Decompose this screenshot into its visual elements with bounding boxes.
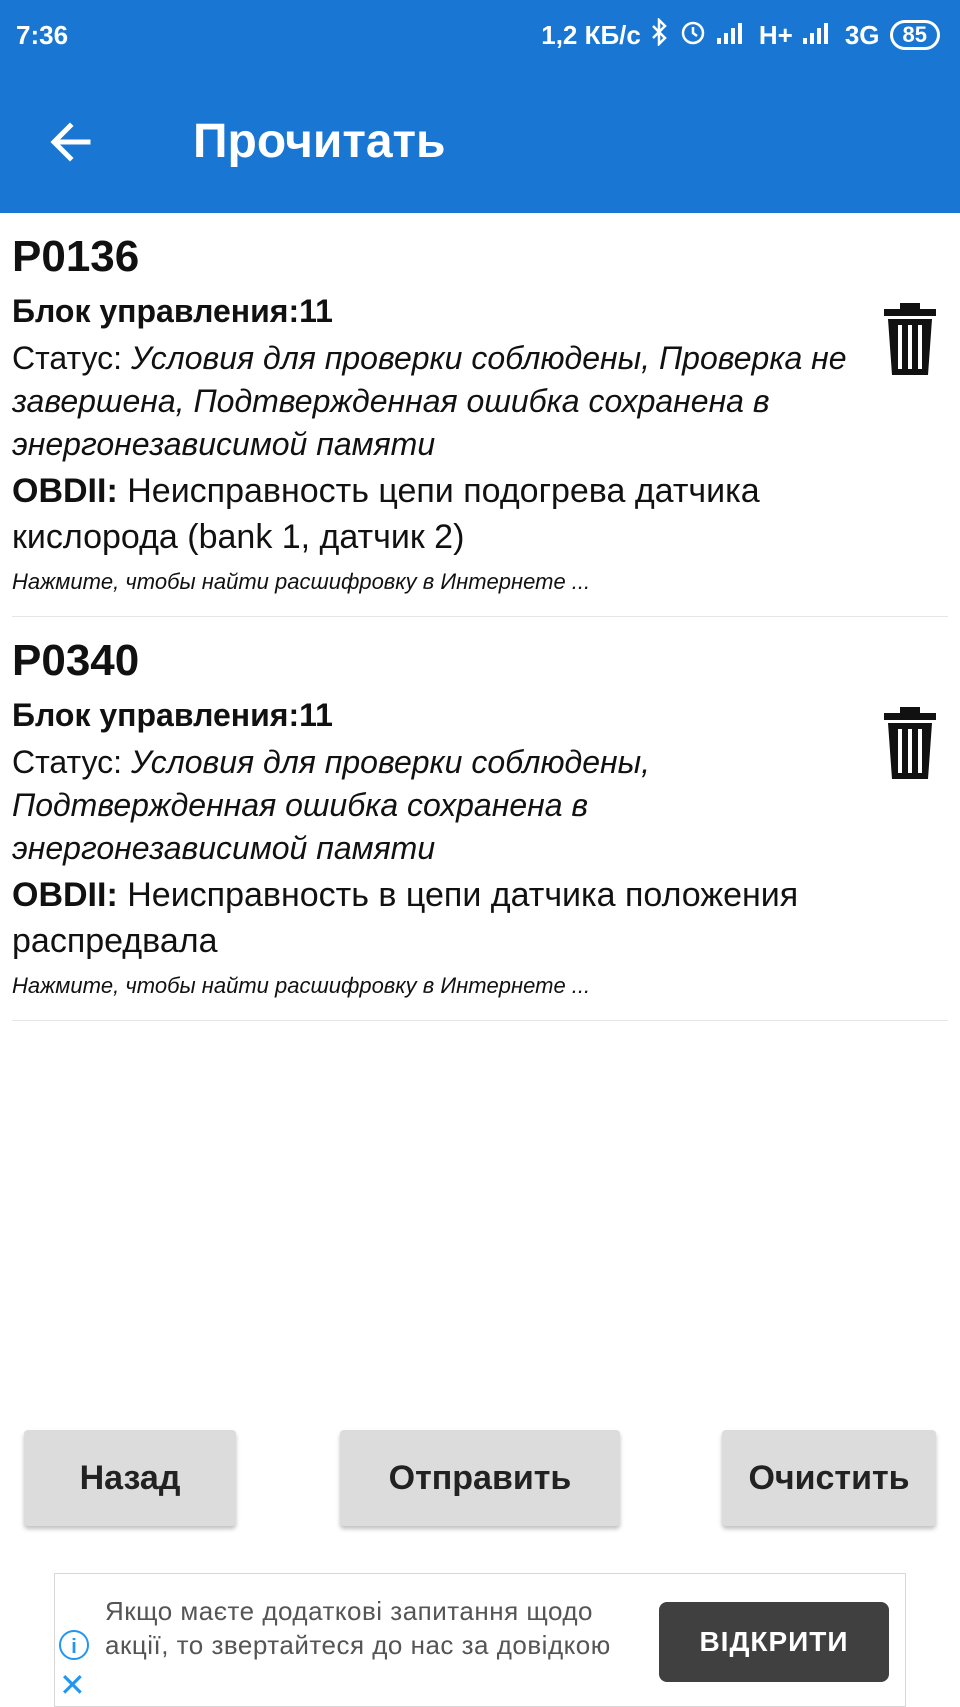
error-status: Статус: Условия для проверки соблюдены, … xyxy=(12,337,872,466)
signal-icon-2 xyxy=(802,20,835,51)
signal-icon-1 xyxy=(716,20,749,51)
info-icon[interactable]: i xyxy=(59,1630,89,1660)
control-unit: Блок управления:11 xyxy=(12,293,333,329)
error-list: P0136 Блок управления:11 Статус: Условия… xyxy=(0,213,960,1021)
network-speed: 1,2 КБ/с xyxy=(541,19,641,50)
status-label: Статус: xyxy=(12,340,131,376)
status-bar: 7:36 1,2 КБ/с H+ 3G 85 xyxy=(0,0,960,70)
ad-banner[interactable]: i ✕ Якщо маєте додаткові запитання щодо … xyxy=(54,1573,906,1707)
status-value: Условия для проверки соблюдены, Проверка… xyxy=(12,340,847,462)
delete-trash-icon[interactable] xyxy=(880,301,940,377)
close-icon[interactable]: ✕ xyxy=(59,1669,86,1701)
search-hint[interactable]: Нажмите, чтобы найти расшифровку в Интер… xyxy=(12,970,948,1002)
error-code: P0340 xyxy=(12,636,140,685)
error-entry[interactable]: P0136 Блок управления:11 Статус: Условия… xyxy=(12,213,948,617)
error-entry[interactable]: P0340 Блок управления:11 Статус: Условия… xyxy=(12,617,948,1021)
status-label: Статус: xyxy=(12,744,131,780)
search-hint[interactable]: Нажмите, чтобы найти расшифровку в Интер… xyxy=(12,566,948,598)
alarm-icon xyxy=(679,18,707,53)
obd-description: OBDII: Неисправность цепи подогрева датч… xyxy=(12,468,872,560)
back-button[interactable]: Назад xyxy=(24,1430,236,1526)
obd-value: Неисправность цепи подогрева датчика кис… xyxy=(12,472,760,556)
ad-text: Якщо маєте додаткові запитання щодо акці… xyxy=(105,1596,611,1660)
obd-label: OBDII: xyxy=(12,472,118,510)
obd-description: OBDII: Неисправность в цепи датчика поло… xyxy=(12,872,872,964)
network-type-1: H+ xyxy=(758,19,793,50)
control-unit: Блок управления:11 xyxy=(12,697,333,733)
delete-trash-icon[interactable] xyxy=(880,705,940,781)
back-arrow-icon[interactable] xyxy=(44,114,100,170)
network-type-2: 3G xyxy=(844,19,880,50)
status-indicators: 1,2 КБ/с H+ 3G 85 xyxy=(541,16,940,53)
app-bar: 7:36 1,2 КБ/с H+ 3G 85 Прочитать xyxy=(0,0,960,213)
battery-indicator: 85 xyxy=(889,20,940,50)
ad-open-button[interactable]: ВІДКРИТИ xyxy=(659,1602,889,1682)
error-status: Статус: Условия для проверки соблюдены, … xyxy=(12,741,872,870)
clear-button[interactable]: Очистить xyxy=(722,1430,936,1526)
obd-value: Неисправность в цепи датчика положения р… xyxy=(12,876,799,960)
toolbar: Прочитать xyxy=(0,92,960,192)
obd-label: OBDII: xyxy=(12,876,118,914)
page-title: Прочитать xyxy=(193,115,446,168)
error-code: P0136 xyxy=(12,232,140,281)
bluetooth-icon xyxy=(651,16,669,53)
status-time: 7:36 xyxy=(16,19,69,50)
send-button[interactable]: Отправить xyxy=(340,1430,620,1526)
